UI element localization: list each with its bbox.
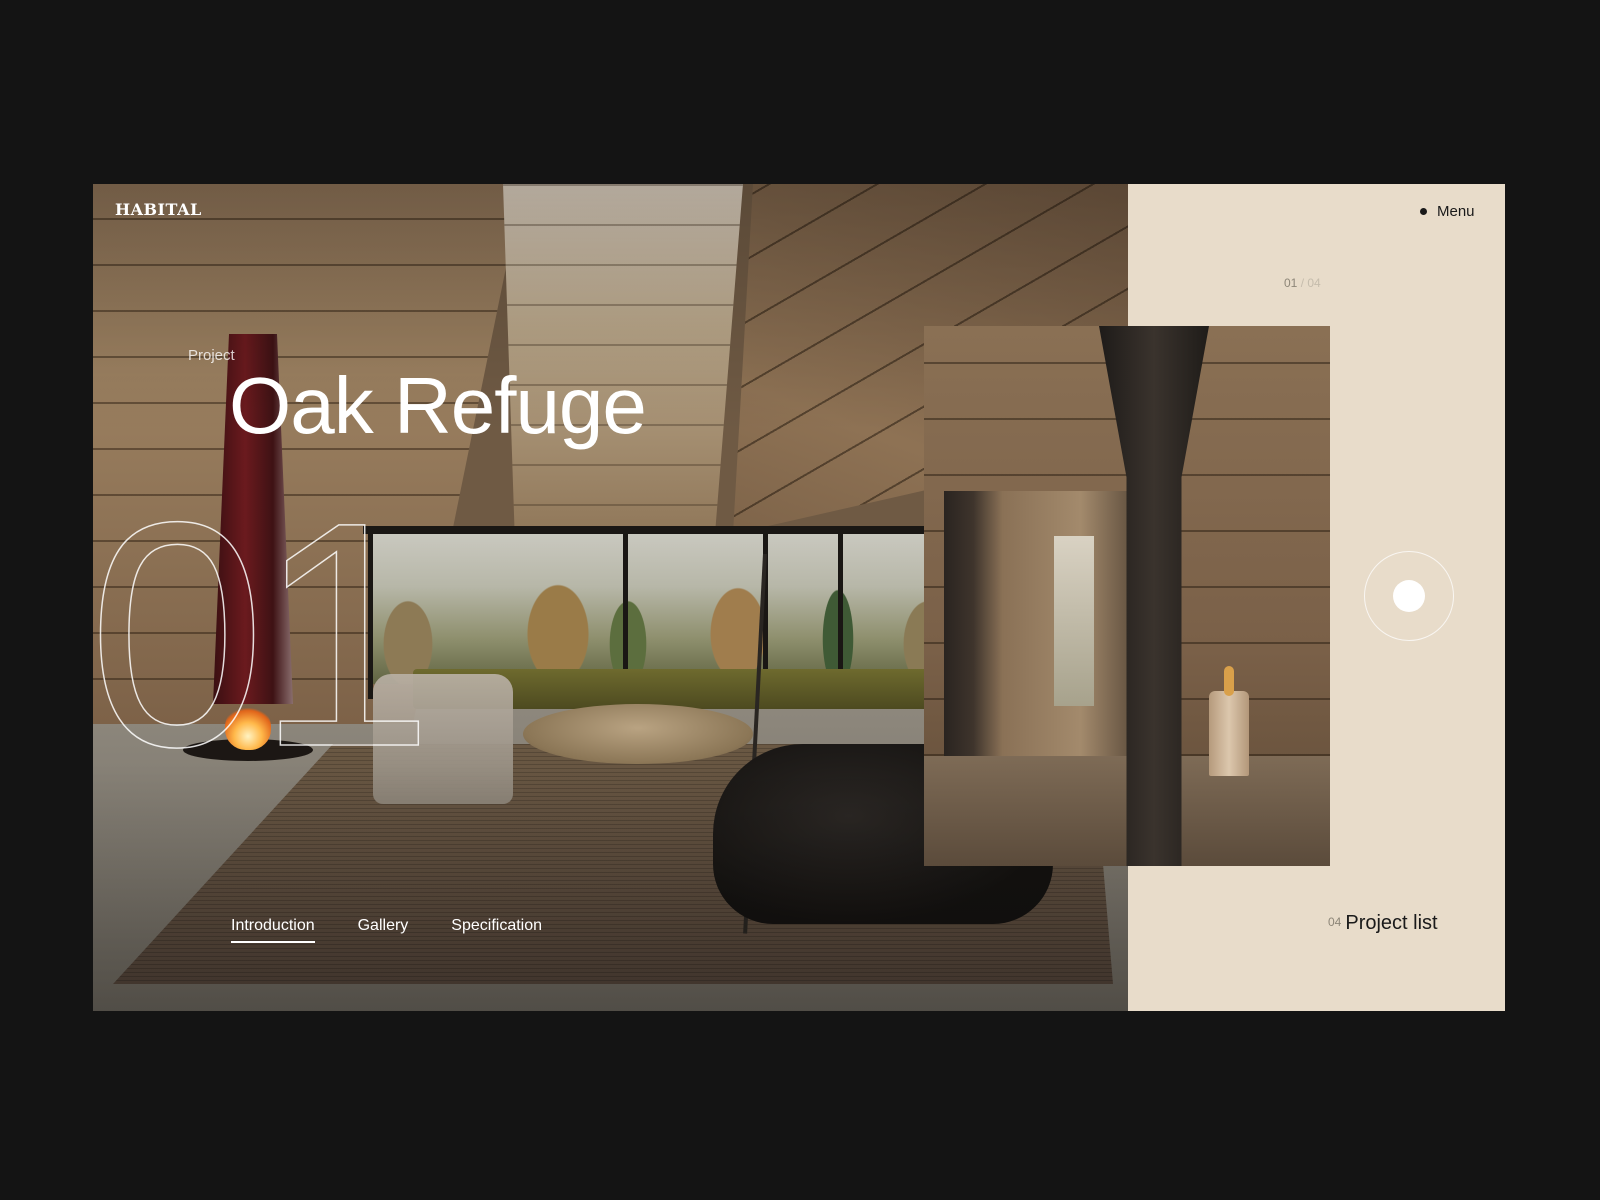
slider-control-button[interactable] (1364, 551, 1454, 641)
slide-counter: 01 / 04 (1284, 276, 1321, 290)
project-list-link[interactable]: 04 Project list (1328, 912, 1438, 935)
project-eyebrow: Project (188, 347, 235, 364)
preview-stool (1209, 691, 1249, 776)
menu-button[interactable]: Menu (1420, 203, 1475, 220)
slide-separator: / (1297, 276, 1308, 290)
project-number-outline: 01 (87, 455, 434, 813)
slide-current: 01 (1284, 276, 1298, 290)
project-tabs: Introduction Gallery Specification (231, 917, 542, 943)
slide-total: 04 (1307, 276, 1321, 290)
project-list-label: Project list (1345, 912, 1438, 934)
project-title: Oak Refuge (229, 361, 647, 450)
tab-gallery[interactable]: Gallery (358, 917, 409, 943)
menu-label: Menu (1437, 203, 1475, 220)
circle-dot-icon (1393, 580, 1425, 612)
logo[interactable]: HABITAL (115, 200, 202, 219)
preview-doorway (1054, 536, 1094, 706)
dot-icon (1420, 208, 1427, 215)
preview-vase (1224, 666, 1234, 696)
preview-door (944, 491, 1139, 781)
project-count: 04 (1328, 915, 1342, 929)
tab-specification[interactable]: Specification (451, 917, 542, 943)
next-slide-preview[interactable] (924, 326, 1330, 866)
tab-introduction[interactable]: Introduction (231, 917, 315, 943)
